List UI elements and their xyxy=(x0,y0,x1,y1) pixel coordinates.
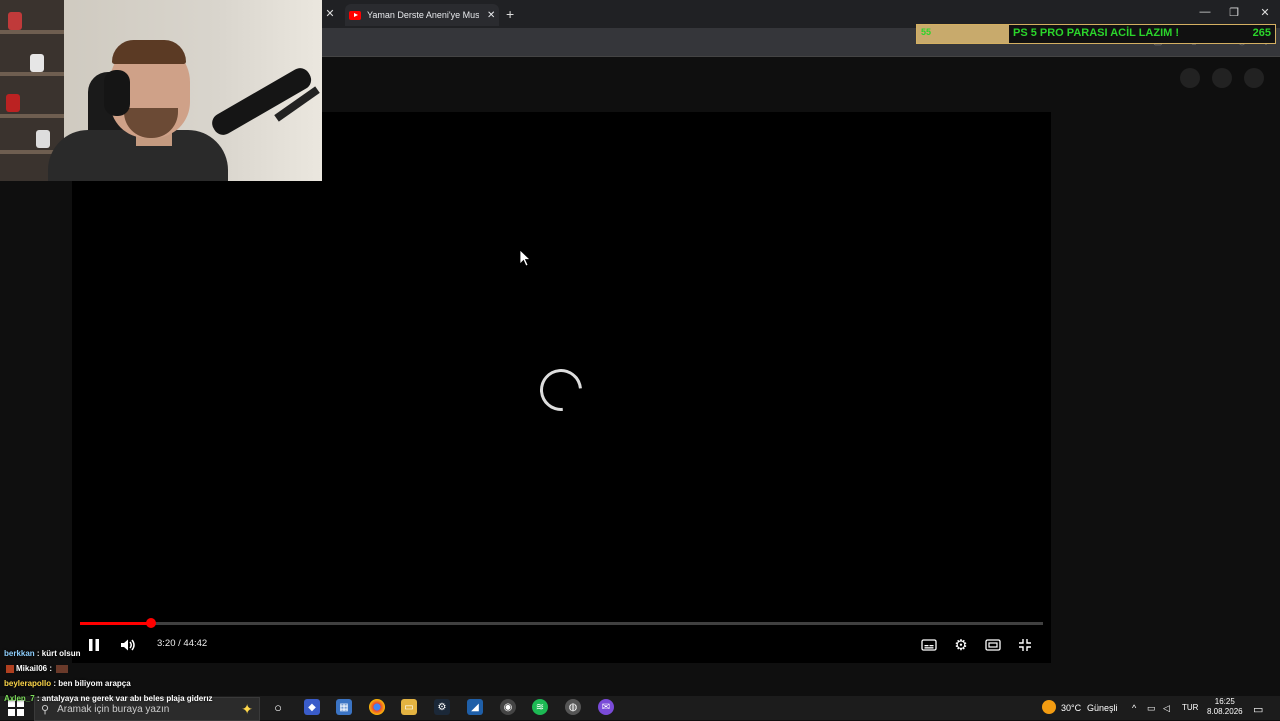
obs-icon[interactable]: ◉ xyxy=(500,699,516,715)
chat-message: Axlen_7 : antalyaya ne gerek var abı bel… xyxy=(4,694,213,703)
chat-username: beylerapollo xyxy=(4,679,52,688)
donation-goal-bar: 55 PS 5 PRO PARASI ACİL LAZIM ! 265 xyxy=(916,24,1276,44)
file-explorer-icon[interactable]: ▭ xyxy=(401,699,417,715)
tab-title: Yaman Derste Aneni'ye Musallat xyxy=(367,10,479,20)
new-tab-button[interactable]: + xyxy=(506,6,514,22)
page-action-button[interactable] xyxy=(1180,68,1200,88)
chat-text: kürt olsun xyxy=(41,649,81,658)
weather-description: Güneşli xyxy=(1087,703,1118,713)
tab-close-icon[interactable]: ✕ xyxy=(487,10,495,21)
chat-badge-icon xyxy=(6,664,14,673)
clock-date: 8.08.2026 xyxy=(1207,707,1243,716)
spotify-icon[interactable]: ≋ xyxy=(532,699,548,715)
chat-text: antalyaya ne gerek var abı beles plaja g… xyxy=(41,694,213,703)
search-icon: ⚲ xyxy=(41,703,50,716)
minimize-window-icon[interactable]: — xyxy=(1190,6,1220,18)
task-app-icon[interactable]: ◆ xyxy=(304,699,320,715)
chat-username: Axlen_7 xyxy=(4,694,35,703)
theater-mode-icon xyxy=(985,639,1001,651)
fullscreen-exit-icon xyxy=(1019,639,1031,651)
previous-tab-close-icon[interactable]: ✕ xyxy=(324,6,336,22)
tab-active[interactable]: Yaman Derste Aneni'ye Musallat ✕ xyxy=(345,4,499,26)
video-progress-bar[interactable] xyxy=(80,618,1043,628)
store-icon[interactable]: ▦ xyxy=(336,699,352,715)
gear-icon: ⚙ xyxy=(954,637,968,654)
fullscreen-button[interactable] xyxy=(1016,636,1034,654)
messenger-icon[interactable]: ✉ xyxy=(598,699,614,715)
pause-icon xyxy=(89,639,99,651)
headphone xyxy=(104,70,130,116)
language-indicator[interactable]: TUR xyxy=(1182,703,1198,712)
chrome-icon[interactable] xyxy=(369,699,385,715)
page-action-button[interactable] xyxy=(1212,68,1232,88)
chat-message: beylerapollo : ben biliyom arapça xyxy=(4,679,131,688)
video-time-display: 3:20 / 44:42 xyxy=(157,638,208,649)
page-action-button[interactable] xyxy=(1244,68,1264,88)
subtitles-button[interactable] xyxy=(920,636,938,654)
volume-button[interactable] xyxy=(119,636,137,654)
youtube-favicon-icon xyxy=(349,10,361,20)
restore-window-icon[interactable]: ❐ xyxy=(1219,6,1249,19)
chat-text: ben biliyom arapça xyxy=(58,679,131,688)
clock[interactable]: 16:25 8.08.2026 xyxy=(1207,697,1243,717)
pause-button[interactable] xyxy=(86,636,102,654)
donation-title: PS 5 PRO PARASI ACİL LAZIM ! xyxy=(1013,27,1180,39)
speaker-icon[interactable]: ◁ xyxy=(1163,703,1170,714)
taskbar-search-placeholder: Aramak için buraya yazın xyxy=(57,703,170,715)
notification-icon[interactable]: ▭ xyxy=(1253,703,1263,716)
chat-message: Mikail06 : xyxy=(4,664,70,673)
cortana-icon[interactable]: ○ xyxy=(270,699,286,715)
subtitles-icon xyxy=(921,639,937,651)
streamer-webcam xyxy=(0,0,322,181)
app-icon[interactable]: ◢ xyxy=(467,699,483,715)
close-window-icon[interactable]: ✕ xyxy=(1250,6,1280,19)
tray-expand-icon[interactable]: ^ xyxy=(1132,703,1136,713)
sparkle-icon: ✦ xyxy=(241,700,253,717)
video-progress-played xyxy=(80,622,152,625)
donation-count: 265 xyxy=(1252,27,1271,39)
network-icon[interactable]: ▭ xyxy=(1147,703,1156,714)
weather-sun-icon xyxy=(1042,700,1056,714)
clock-time: 16:25 xyxy=(1214,697,1235,706)
settings-button[interactable]: ⚙ xyxy=(952,636,970,654)
theater-mode-button[interactable] xyxy=(984,636,1002,654)
chat-username: Mikail06 xyxy=(16,664,48,673)
chat-username: berkkan xyxy=(4,649,35,658)
mouse-cursor-icon xyxy=(519,249,532,267)
emote-icon xyxy=(56,664,69,673)
steam-icon[interactable]: ⚙ xyxy=(434,699,450,715)
weather-temp: 30°C xyxy=(1061,703,1082,713)
chat-message: berkkan : kürt olsun xyxy=(4,649,81,658)
volume-icon xyxy=(121,639,135,651)
donation-current-value: 55 xyxy=(921,27,932,37)
chrome-active-icon[interactable]: ◍ xyxy=(565,699,581,715)
